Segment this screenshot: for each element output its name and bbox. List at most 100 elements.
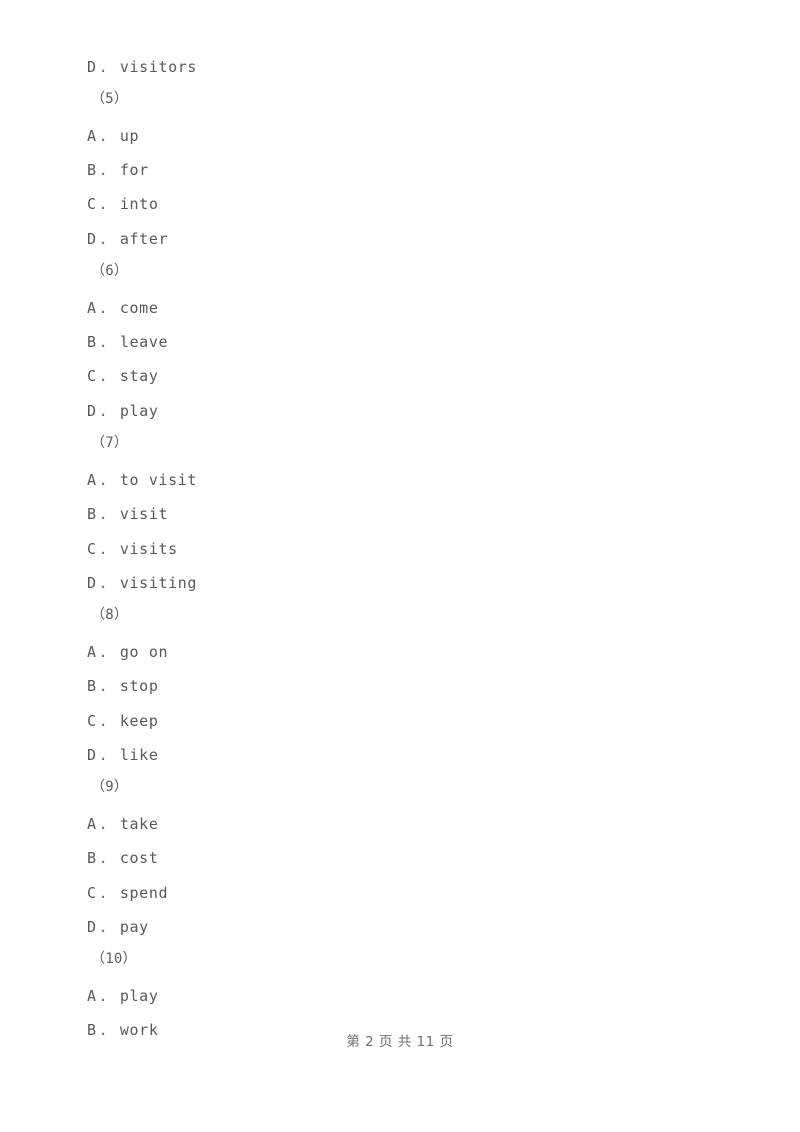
option-letter: A [87,471,97,489]
answer-option: C. visits [0,532,800,566]
question-group-number: （6） [0,253,800,287]
question-group-number: （9） [0,769,800,803]
option-separator: . [98,849,109,867]
option-separator: . [98,402,109,420]
option-letter: B [87,505,97,523]
option-text: come [119,299,159,317]
question-group-number: （7） [0,425,800,459]
option-letter: D [87,58,97,76]
option-text: up [119,127,140,145]
option-separator: . [98,643,109,661]
option-text: play [119,987,159,1005]
option-separator: . [98,884,109,902]
answer-option: D. visitors [0,50,800,84]
group-number-label: （6） [91,263,129,279]
answer-option: B. visit [0,497,800,531]
group-number-label: （10） [91,951,137,967]
option-letter: B [87,161,97,179]
answer-option: A. to visit [0,463,800,497]
group-number-label: （5） [91,91,129,107]
answer-option: D. like [0,738,800,772]
option-letter: A [87,299,97,317]
option-text: go on [119,643,169,661]
question-group-number: （10） [0,941,800,975]
option-text: after [119,230,169,248]
option-text: to visit [119,471,197,489]
document-page: D. visitors （5） A. up B. for C. into D. after… [0,0,800,1132]
option-separator: . [98,58,109,76]
option-text: stay [119,367,159,385]
option-text: leave [119,333,169,351]
option-separator: . [98,540,109,558]
option-text: keep [119,712,159,730]
option-separator: . [98,505,109,523]
option-separator: . [98,333,109,351]
option-letter: A [87,815,97,833]
option-separator: . [98,127,109,145]
option-separator: . [98,299,109,317]
option-letter: C [87,712,97,730]
option-separator: . [98,367,109,385]
question-group-number: （8） [0,597,800,631]
option-letter: A [87,643,97,661]
option-separator: . [98,712,109,730]
option-separator: . [98,195,109,213]
option-separator: . [98,918,109,936]
option-text: cost [119,849,159,867]
option-letter: A [87,987,97,1005]
answer-option: C. into [0,187,800,221]
page-footer: 第 2 页 共 11 页 [346,1034,454,1050]
group-number-label: （9） [91,779,129,795]
option-separator: . [98,677,109,695]
option-letter: B [87,333,97,351]
answer-option: D. play [0,394,800,428]
answer-option: A. take [0,807,800,841]
answer-option: B. leave [0,325,800,359]
option-separator: . [98,574,109,592]
answer-option: A. come [0,291,800,325]
option-text: for [119,161,149,179]
option-letter: D [87,574,97,592]
answer-option: C. keep [0,704,800,738]
answer-option: A. up [0,119,800,153]
option-letter: D [87,918,97,936]
option-separator: . [98,161,109,179]
option-text: spend [119,884,169,902]
answer-option: A. play [0,979,800,1013]
answer-option: C. stay [0,359,800,393]
option-letter: C [87,367,97,385]
option-text: like [119,746,159,764]
answer-option: B. cost [0,841,800,875]
option-letter: D [87,230,97,248]
answer-option: D. visiting [0,566,800,600]
answer-option: B. for [0,153,800,187]
option-text: pay [119,918,149,936]
option-letter: B [87,849,97,867]
question-group-number: （5） [0,81,800,115]
option-letter: C [87,884,97,902]
option-text: visit [119,505,169,523]
group-number-label: （7） [91,435,129,451]
option-separator: . [98,987,109,1005]
option-text: take [119,815,159,833]
option-separator: . [98,815,109,833]
option-text: into [119,195,159,213]
answer-option: C. spend [0,876,800,910]
answer-option: D. pay [0,910,800,944]
answer-option: B. stop [0,669,800,703]
option-separator: . [98,471,109,489]
answer-option: D. after [0,222,800,256]
group-number-label: （8） [91,607,129,623]
option-text: visitors [119,58,197,76]
option-text: stop [119,677,159,695]
option-letter: C [87,195,97,213]
option-letter: D [87,746,97,764]
answer-option: A. go on [0,635,800,669]
option-text: play [119,402,159,420]
option-text: visiting [119,574,197,592]
option-letter: B [87,677,97,695]
option-letter: C [87,540,97,558]
option-separator: . [98,746,109,764]
option-letter: D [87,402,97,420]
option-text: visits [119,540,178,558]
